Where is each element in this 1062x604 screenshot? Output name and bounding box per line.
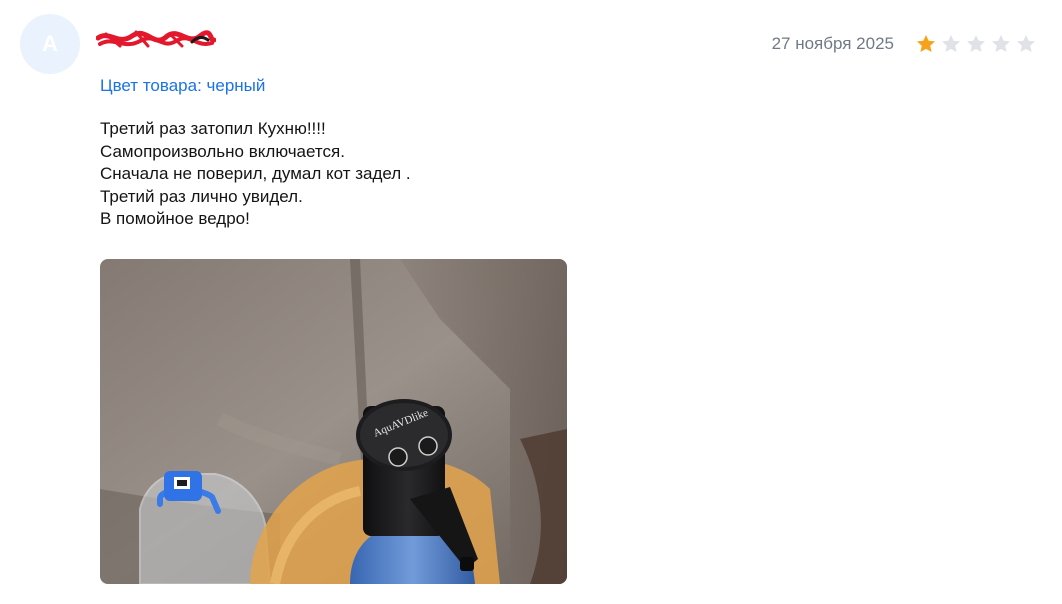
redacted-author-name [96, 30, 216, 48]
star-filled-icon [917, 35, 935, 52]
star-empty-icon [942, 35, 960, 52]
product-variant-link[interactable]: Цвет товара: черный [100, 76, 265, 96]
star-empty-icon [992, 35, 1010, 52]
review-text-line: Сначала не поверил, думал кот задел . [100, 164, 411, 183]
review-text-line: Самопроизвольно включается. [100, 141, 345, 161]
review-text: Третий раз затопил Кухню!!!! Самопроизвол… [100, 118, 411, 231]
avatar-initial: A [42, 31, 58, 56]
star-empty-icon [1017, 35, 1035, 52]
rating-stars [915, 33, 1037, 55]
review-text-line: В помойное ведро! [100, 209, 250, 228]
review-date: 27 ноября 2025 [771, 34, 894, 53]
review-photo[interactable]: AquAVDlike [100, 259, 567, 584]
review-text-line: Третий раз лично увидел. [100, 186, 303, 206]
review-text-line: Третий раз затопил Кухню!!!! [100, 119, 326, 138]
star-empty-icon [967, 35, 985, 52]
review-photo-image: AquAVDlike [100, 259, 567, 584]
avatar: A [20, 14, 80, 74]
